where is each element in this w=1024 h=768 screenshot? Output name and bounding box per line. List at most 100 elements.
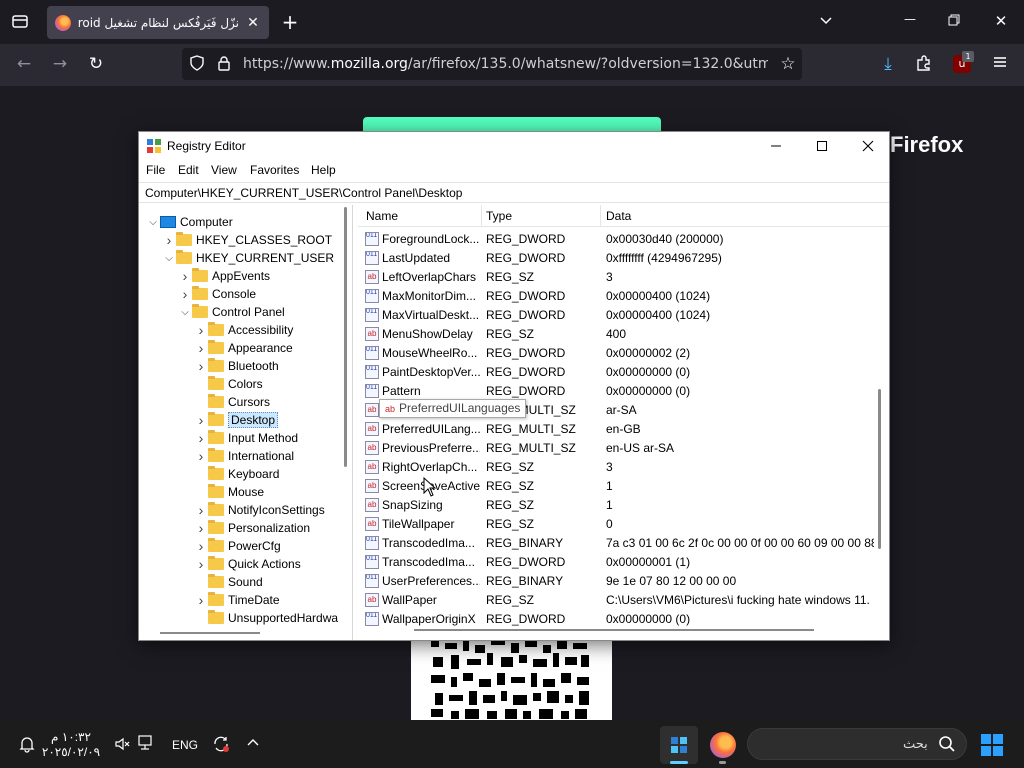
tree-item[interactable]: Keyboard <box>194 465 279 483</box>
lock-icon[interactable] <box>216 55 232 73</box>
close-window-icon[interactable]: ✕ <box>992 12 1010 32</box>
chevron-down-icon[interactable]: ⌵ <box>162 253 176 264</box>
value-row[interactable]: ab TileWallpaper REG_SZ 0 <box>358 515 878 534</box>
value-row[interactable]: 011 110TranscodedIma... REG_DWORD 0x000000… <box>358 553 878 572</box>
registry-editor-titlebar[interactable]: Registry Editor <box>139 132 889 160</box>
update-sync-icon[interactable] <box>212 735 232 755</box>
clock-time[interactable]: ١٠:٣٢ م <box>42 730 100 744</box>
tree-horizontal-scrollbar[interactable] <box>160 632 260 634</box>
tree-item[interactable]: › Quick Actions <box>194 555 301 573</box>
menu-help[interactable]: Help <box>311 163 336 177</box>
tree-item[interactable]: ⌵ Control Panel <box>178 303 285 321</box>
menu-favorites[interactable]: Favorites <box>250 163 299 177</box>
tree-item[interactable]: › International <box>194 447 294 465</box>
chevron-down-icon[interactable]: ⌵ <box>178 307 192 318</box>
chevron-right-icon[interactable]: › <box>194 322 208 338</box>
value-row[interactable]: ab RightOverlapCh... REG_SZ 3 <box>358 458 878 477</box>
app-menu-icon[interactable] <box>990 54 1010 74</box>
tracking-shield-icon[interactable] <box>188 55 206 73</box>
forward-arrow-icon[interactable]: → <box>50 54 70 74</box>
values-horizontal-scrollbar[interactable] <box>414 629 814 631</box>
column-separator[interactable] <box>481 205 482 227</box>
value-row[interactable]: 011 110UserPreferences... REG_BINARY 9e 1e… <box>358 572 878 591</box>
chevron-down-icon[interactable]: ⌵ <box>146 217 160 228</box>
minimize-icon[interactable]: — <box>902 12 918 32</box>
value-row[interactable]: 011 110MaxVirtualDeskt... REG_DWORD 0x0000… <box>358 306 878 325</box>
tree-item[interactable]: › HKEY_CLASSES_ROOT <box>162 231 332 249</box>
tab-list-icon[interactable] <box>10 12 30 32</box>
chevron-right-icon[interactable]: › <box>194 340 208 356</box>
tree-item[interactable]: › AppEvents <box>178 267 270 285</box>
volume-muted-icon[interactable] <box>114 736 130 754</box>
chevron-right-icon[interactable]: › <box>194 358 208 374</box>
menu-view[interactable]: View <box>211 163 237 177</box>
value-row[interactable]: 011 110LastUpdated REG_DWORD 0xffffffff (4… <box>358 249 878 268</box>
tree-item[interactable]: ⌵ Computer <box>146 213 232 231</box>
tree-item[interactable]: Colors <box>194 375 263 393</box>
chevron-right-icon[interactable]: › <box>194 520 208 536</box>
notification-bell-icon[interactable] <box>18 735 38 755</box>
tray-overflow-chevron-icon[interactable] <box>246 736 262 752</box>
chevron-right-icon[interactable]: › <box>194 448 208 464</box>
tree-item[interactable]: › Input Method <box>194 429 298 447</box>
chevron-right-icon[interactable]: › <box>194 430 208 446</box>
column-separator[interactable] <box>600 205 601 227</box>
value-row[interactable]: ab PreviousPreferre... REG_MULTI_SZ en-US a… <box>358 439 878 458</box>
taskbar-regedit-icon[interactable] <box>669 735 689 755</box>
tree-item[interactable]: Cursors <box>194 393 270 411</box>
menu-edit[interactable]: Edit <box>178 163 199 177</box>
extensions-puzzle-icon[interactable] <box>914 54 934 74</box>
value-row[interactable]: 011 110MouseWheelRo... REG_DWORD 0x0000000… <box>358 344 878 363</box>
value-row[interactable]: ab WallPaper REG_SZ C:\Users\VM6\Pictures\i… <box>358 591 878 610</box>
tab-overflow-chevron-icon[interactable] <box>816 12 836 32</box>
value-row[interactable]: ab PreferredUILang... REG_MULTI_SZ en-GB <box>358 420 878 439</box>
value-row[interactable]: 011 110MaxMonitorDim... REG_DWORD 0x000004… <box>358 287 878 306</box>
tree-item[interactable]: UnsupportedHardwa <box>194 609 338 627</box>
back-arrow-icon[interactable]: ← <box>14 54 34 74</box>
chevron-right-icon[interactable]: › <box>178 268 192 284</box>
tree-item[interactable]: › Desktop <box>194 411 279 429</box>
network-icon[interactable] <box>136 735 156 753</box>
tree-item[interactable]: › Console <box>178 285 256 303</box>
downloads-icon[interactable]: ⤓ <box>878 54 898 74</box>
value-row[interactable]: ab LeftOverlapChars REG_SZ 3 <box>358 268 878 287</box>
taskbar-firefox-icon[interactable] <box>710 732 736 758</box>
chevron-right-icon[interactable]: › <box>194 412 208 428</box>
column-header-data[interactable]: Data <box>606 209 631 223</box>
tree-item[interactable]: ⌵ HKEY_CURRENT_USER <box>162 249 334 267</box>
value-row[interactable]: 011 110ForegroundLock... REG_DWORD 0x00030… <box>358 230 878 249</box>
tab-close-icon[interactable]: ✕ <box>245 15 261 31</box>
value-row[interactable]: 011 110PaintDesktopVer... REG_DWORD 0x0000… <box>358 363 878 382</box>
tree-item[interactable]: › Bluetooth <box>194 357 279 375</box>
value-row[interactable]: 011 110WallpaperOriginX REG_DWORD 0x000000… <box>358 610 878 629</box>
language-indicator[interactable]: ENG <box>172 738 198 752</box>
tree-item[interactable]: Mouse <box>194 483 264 501</box>
clock-date[interactable]: ٢٠٢٥/٠٢/٠٩ <box>40 745 102 759</box>
tree-item[interactable]: › NotifyIconSettings <box>194 501 325 519</box>
tree-item[interactable]: › Accessibility <box>194 321 293 339</box>
reg-close-icon[interactable] <box>845 132 891 160</box>
windows-start-icon[interactable] <box>980 733 1004 757</box>
reg-minimize-icon[interactable] <box>753 132 799 160</box>
search-icon[interactable] <box>938 735 956 753</box>
tree-item[interactable]: › PowerCfg <box>194 537 281 555</box>
values-vertical-scrollbar[interactable] <box>878 389 881 549</box>
chevron-right-icon[interactable]: › <box>194 592 208 608</box>
tree-item[interactable]: Sound <box>194 573 263 591</box>
tree-vertical-scrollbar[interactable] <box>344 207 347 467</box>
chevron-right-icon[interactable]: › <box>194 538 208 554</box>
column-header-name[interactable]: Name <box>366 209 398 223</box>
reload-icon[interactable]: ↻ <box>86 54 106 74</box>
chevron-right-icon[interactable]: › <box>194 556 208 572</box>
tree-item[interactable]: › TimeDate <box>194 591 280 609</box>
value-row[interactable]: ab SnapSizing REG_SZ 1 <box>358 496 878 515</box>
tree-item[interactable]: › Appearance <box>194 339 293 357</box>
value-row[interactable]: ab MenuShowDelay REG_SZ 400 <box>358 325 878 344</box>
value-row[interactable]: 011 110TranscodedIma... REG_BINARY 7a c3 0… <box>358 534 878 553</box>
chevron-right-icon[interactable]: › <box>178 286 192 302</box>
tree-item[interactable]: › Personalization <box>194 519 310 537</box>
browser-tab-active[interactable]: نزّل فَيَرفُكس لنظام تشغيل Android ✕ <box>47 6 269 39</box>
reg-maximize-icon[interactable] <box>799 132 845 160</box>
column-header-type[interactable]: Type <box>486 209 512 223</box>
new-tab-icon[interactable]: + <box>280 10 300 34</box>
